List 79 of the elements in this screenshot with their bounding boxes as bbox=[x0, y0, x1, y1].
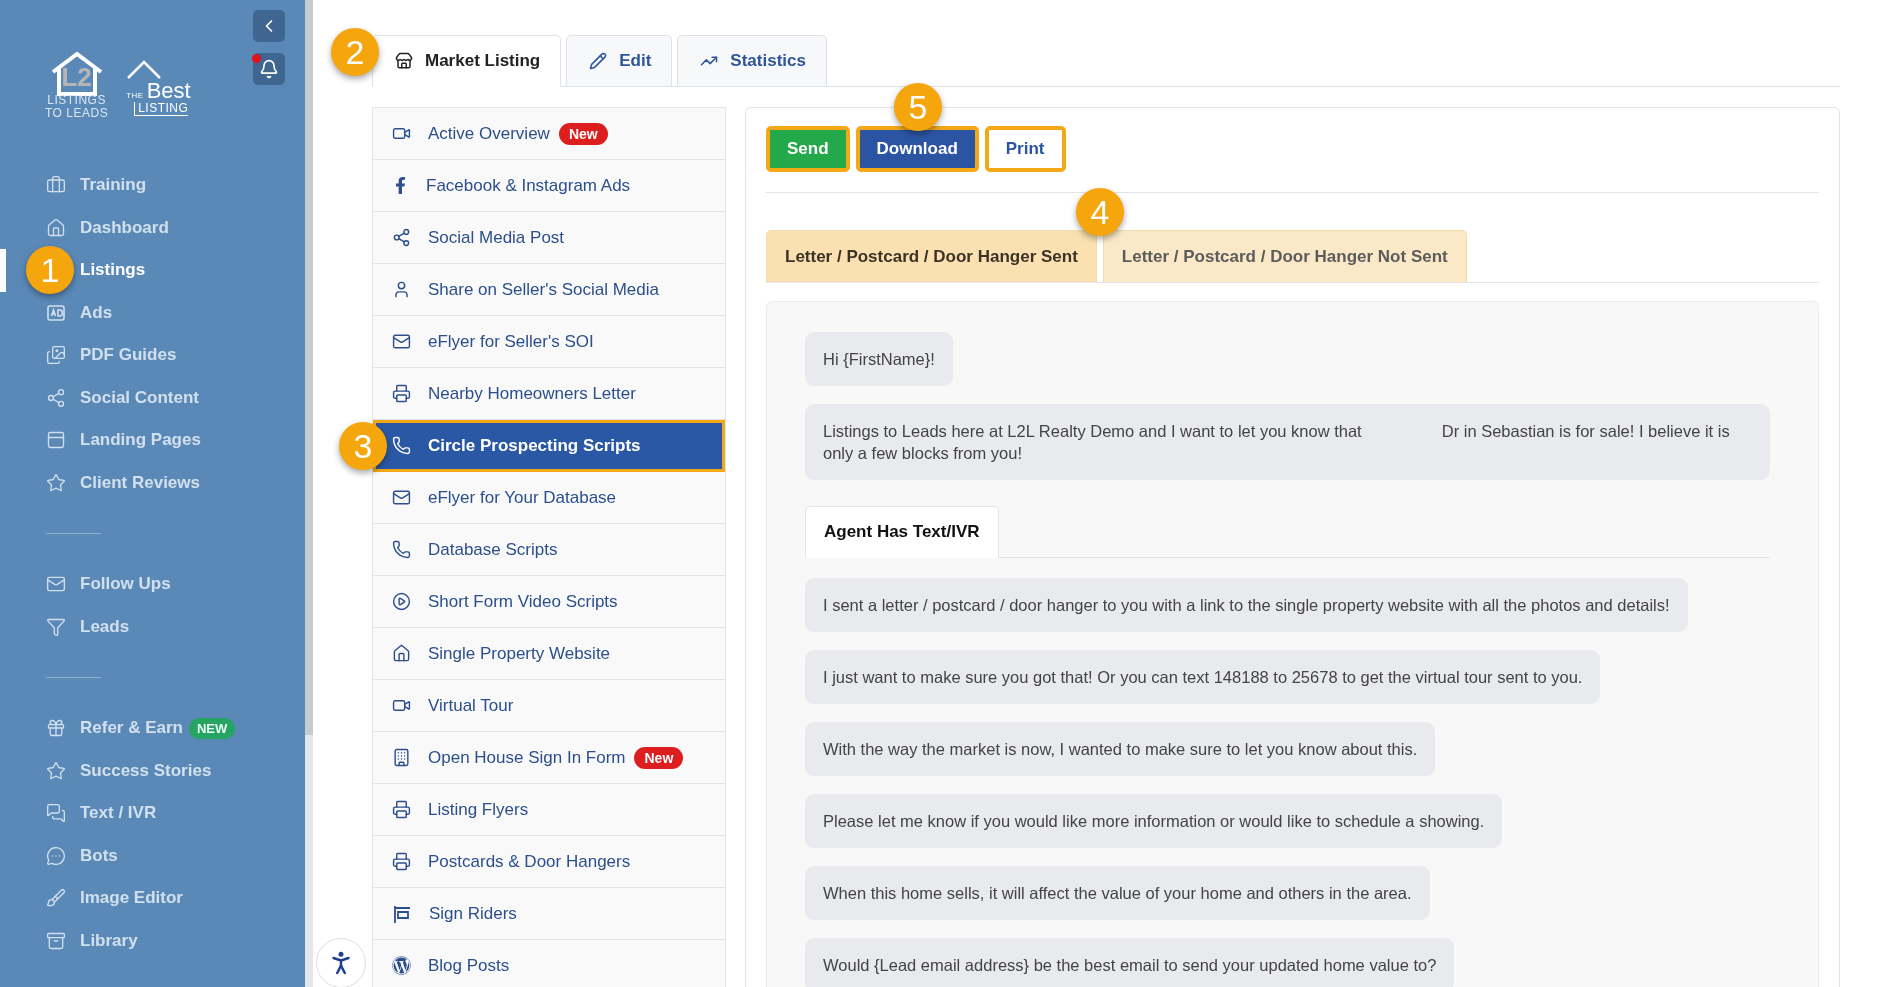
message-bubble: Listings to Leads here at L2L Realty Demo and I want to let you know that Dr in Sebastian is for sale! I believe it is only a few blocks from you! bbox=[805, 404, 1770, 480]
menu-item[interactable]: Database Scripts bbox=[373, 524, 725, 576]
menu-item[interactable]: Share on Seller's Social Media bbox=[373, 264, 725, 316]
message-bubble: Hi {FirstName}! bbox=[805, 332, 953, 386]
step-marker: 2 bbox=[331, 28, 379, 76]
mail-icon bbox=[392, 332, 411, 351]
bell-icon bbox=[259, 59, 279, 79]
menu-item[interactable]: Sign Riders bbox=[373, 888, 725, 940]
step-marker: 3 bbox=[339, 422, 387, 470]
message-bubble: I sent a letter / postcard / door hanger to you with a link to the single property website with all the photos and details! bbox=[805, 578, 1688, 632]
logo-text: LISTING bbox=[134, 102, 189, 116]
sub-tab[interactable]: Agent Has Text/IVR bbox=[805, 506, 999, 558]
accessibility-button[interactable] bbox=[316, 938, 366, 987]
logo-text: THE bbox=[126, 90, 144, 102]
menu-item[interactable]: Circle Prospecting Scripts bbox=[373, 420, 725, 472]
step-marker: 4 bbox=[1076, 188, 1124, 236]
share-icon bbox=[392, 228, 411, 247]
star-icon bbox=[46, 472, 66, 493]
tab[interactable]: Market Listing bbox=[372, 35, 562, 87]
gift-icon bbox=[46, 718, 66, 739]
menu-item[interactable]: Open House Sign In Form New bbox=[373, 732, 725, 784]
brush-icon bbox=[46, 888, 66, 909]
menu-item[interactable]: Active Overview New bbox=[373, 108, 725, 160]
printer-icon bbox=[392, 800, 411, 819]
printer-icon bbox=[392, 384, 411, 403]
new-badge: New bbox=[634, 746, 684, 769]
star-icon bbox=[46, 760, 66, 781]
step-marker: 5 bbox=[894, 83, 942, 131]
menu-item[interactable]: Facebook & Instagram Ads bbox=[373, 160, 725, 212]
menu-item[interactable]: Listing Flyers bbox=[373, 784, 725, 836]
menu-item[interactable]: Postcards & Door Hangers bbox=[373, 836, 725, 888]
message-bubble: Please let me know if you would like more information or would like to schedule a showing. bbox=[805, 794, 1503, 848]
phone-icon bbox=[392, 436, 411, 455]
sign-icon bbox=[392, 903, 412, 924]
script-tab[interactable]: Letter / Postcard / Door Hanger Sent bbox=[766, 230, 1097, 282]
message-bubble: Would {Lead email address} be the best email to send your updated home value to? bbox=[805, 938, 1455, 987]
menu-item[interactable]: Single Property Website bbox=[373, 628, 725, 680]
menu-item[interactable]: eFlyer for Seller's SOI bbox=[373, 316, 725, 368]
message-bubble: I just want to make sure you got that! Or you can text 148188 to 25678 to get the virtual tour sent to you. bbox=[805, 650, 1601, 704]
logo-text: TO LEADS bbox=[45, 107, 109, 120]
script-tab[interactable]: Letter / Postcard / Door Hanger Not Sent bbox=[1102, 230, 1467, 282]
chat-bubble-icon bbox=[46, 845, 66, 866]
action-button[interactable]: Print bbox=[984, 126, 1066, 172]
new-badge: NEW bbox=[189, 717, 236, 739]
logo-text: LISTINGS bbox=[47, 94, 106, 107]
tab[interactable]: Edit bbox=[566, 35, 673, 87]
pencil-icon bbox=[589, 52, 608, 70]
images-icon bbox=[46, 345, 66, 366]
play-icon bbox=[392, 592, 411, 611]
menu-item[interactable]: eFlyer for Your Database bbox=[373, 472, 725, 524]
message-bubble: When this home sells, it will affect the value of your home and others in the area. bbox=[805, 866, 1430, 920]
menu-item[interactable]: Short Form Video Scripts bbox=[373, 576, 725, 628]
ad-icon bbox=[46, 302, 66, 323]
collapse-button[interactable] bbox=[253, 10, 285, 42]
user-icon bbox=[392, 280, 411, 299]
chat-icon bbox=[46, 803, 66, 824]
building-icon bbox=[392, 748, 411, 767]
menu-item[interactable]: Social Media Post bbox=[373, 212, 725, 264]
menu-item[interactable]: Virtual Tour bbox=[373, 680, 725, 732]
new-badge: New bbox=[558, 122, 608, 145]
notifications-button[interactable] bbox=[253, 53, 285, 85]
mail-icon bbox=[392, 488, 411, 507]
home-icon bbox=[46, 217, 66, 238]
logo-mark: L2 bbox=[61, 66, 92, 88]
wordpress-icon bbox=[392, 956, 411, 975]
action-button[interactable]: Download bbox=[855, 126, 979, 172]
message-bubble: With the way the market is now, I wanted to make sure to let you know about this. bbox=[805, 722, 1436, 776]
menu-item[interactable]: Blog Posts bbox=[373, 940, 725, 987]
share-icon bbox=[46, 387, 66, 408]
phone-icon bbox=[392, 540, 411, 559]
logo-text: Best bbox=[146, 80, 191, 102]
printer-icon bbox=[392, 852, 411, 871]
home-icon bbox=[392, 644, 411, 663]
filter-icon bbox=[46, 616, 66, 637]
tab[interactable]: Statistics bbox=[677, 35, 827, 87]
window-icon bbox=[46, 430, 66, 451]
store-icon bbox=[395, 52, 413, 70]
archive-icon bbox=[46, 930, 66, 951]
scrollbar-thumb[interactable] bbox=[305, 0, 313, 735]
